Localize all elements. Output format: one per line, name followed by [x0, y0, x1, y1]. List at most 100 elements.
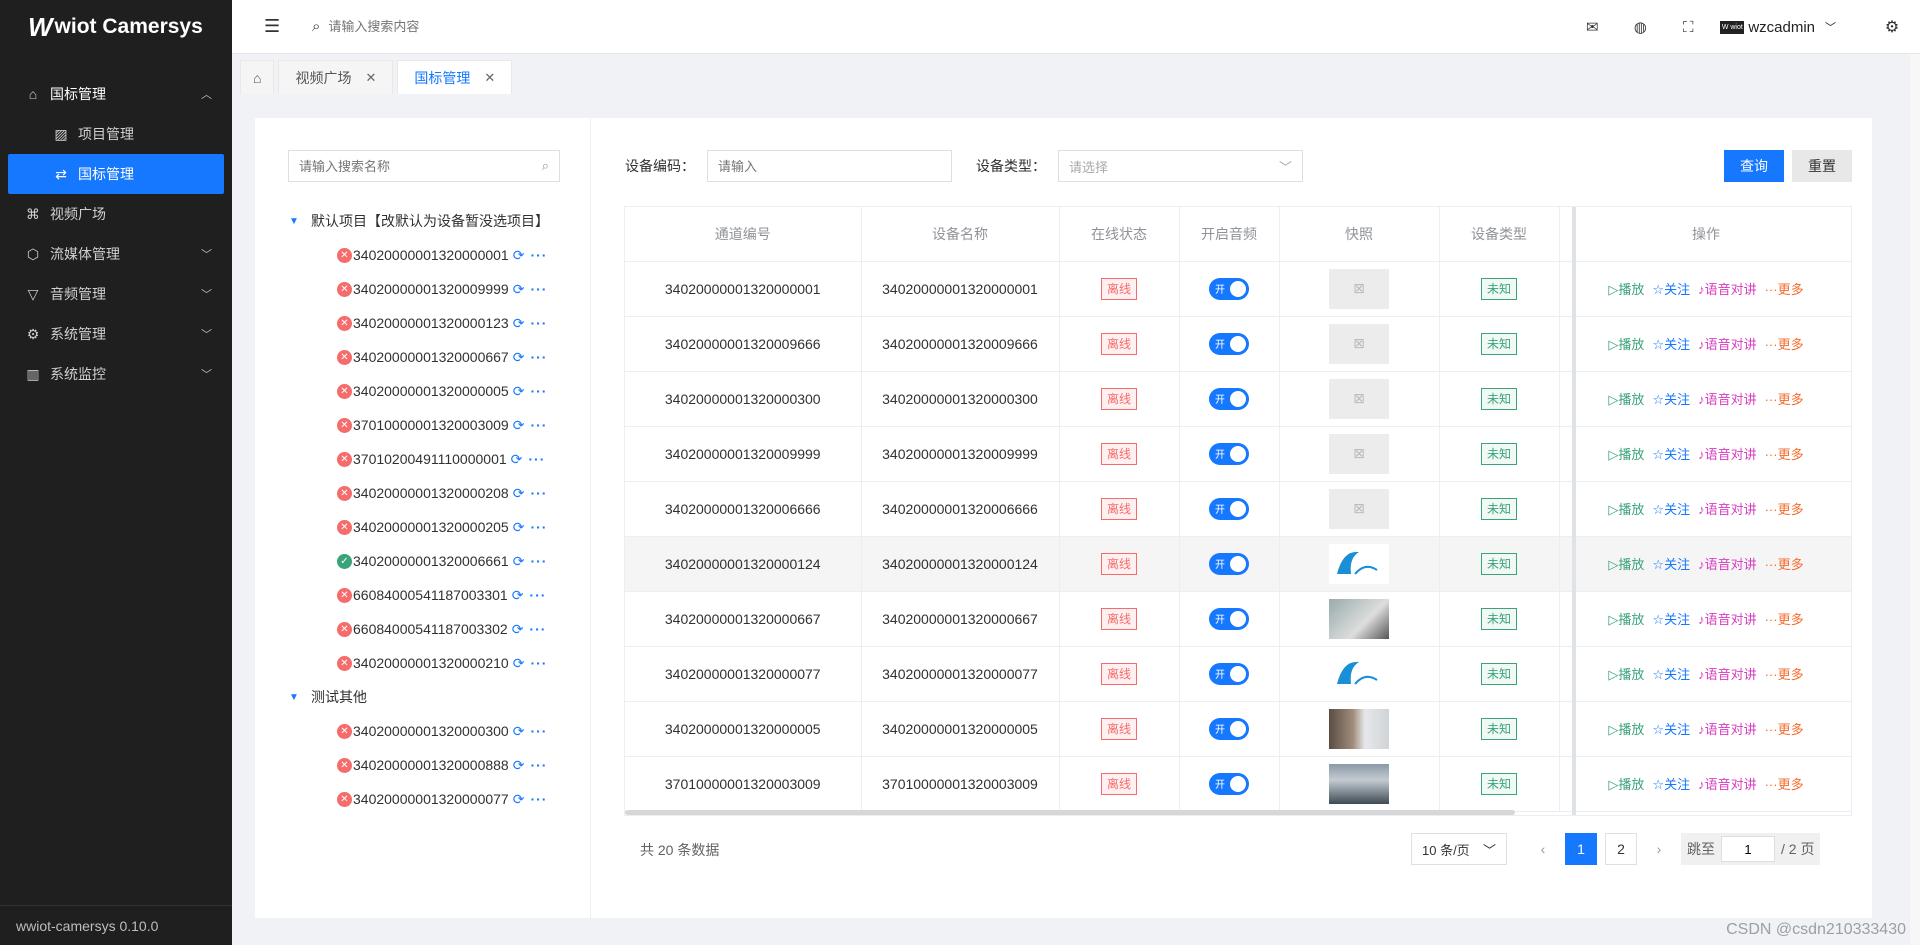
refresh-icon[interactable]: ⟳: [513, 791, 525, 808]
tree-device-item[interactable]: ✕ 66084000541187003301 ⟳ ···: [289, 578, 579, 612]
snapshot-placeholder-icon[interactable]: ⊠: [1329, 323, 1389, 364]
follow-button[interactable]: ☆关注: [1652, 664, 1690, 683]
tree-device-item[interactable]: ✕ 34020000001320000205 ⟳ ···: [289, 510, 579, 544]
settings-gear-icon[interactable]: ⚙: [1872, 17, 1912, 37]
tree-device-item[interactable]: ✕ 34020000001320000077 ⟳ ···: [289, 782, 579, 816]
play-button[interactable]: ▷播放: [1608, 389, 1644, 408]
voice-talk-button[interactable]: ♪语音对讲: [1698, 444, 1757, 463]
follow-button[interactable]: ☆关注: [1652, 554, 1690, 573]
snapshot-thumbnail[interactable]: [1329, 708, 1389, 749]
snapshot-thumbnail[interactable]: [1329, 653, 1389, 694]
table-row[interactable]: 34020000001320000667 34020000001320000667…: [625, 591, 1851, 647]
refresh-icon[interactable]: ⟳: [513, 553, 525, 570]
sidebar-item-gb-management[interactable]: ⌂ 国标管理 ︿: [0, 74, 232, 114]
tree-group[interactable]: ▼ 默认项目【改默认为设备暂没选项目】: [289, 204, 579, 238]
follow-button[interactable]: ☆关注: [1652, 774, 1690, 793]
more-dots-icon[interactable]: ···: [529, 587, 546, 603]
tree-device-item[interactable]: ✕ 34020000001320000300 ⟳ ···: [289, 714, 579, 748]
tree-device-item[interactable]: ✕ 66084000541187003302 ⟳ ···: [289, 612, 579, 646]
tree-device-item[interactable]: ✕ 34020000001320000208 ⟳ ···: [289, 476, 579, 510]
play-button[interactable]: ▷播放: [1608, 664, 1644, 683]
tree-group[interactable]: ▼ 测试其他: [289, 680, 579, 714]
table-row[interactable]: 34020000001320000077 34020000001320000077…: [625, 646, 1851, 702]
more-dots-icon[interactable]: ···: [530, 349, 547, 365]
sidebar-item-system-monitor[interactable]: ▥ 系统监控 ﹀: [0, 354, 232, 394]
tree-device-item[interactable]: ✕ 34020000001320000888 ⟳ ···: [289, 748, 579, 782]
tree-device-item[interactable]: ✓ 34020000001320006661 ⟳ ···: [289, 544, 579, 578]
sidebar-item-project-management[interactable]: ▨ 项目管理: [0, 114, 232, 154]
tree-device-item[interactable]: ✕ 34020000001320000001 ⟳ ···: [289, 238, 579, 272]
play-button[interactable]: ▷播放: [1608, 444, 1644, 463]
close-icon[interactable]: ✕: [484, 70, 495, 86]
user-menu[interactable]: W wiot wzcadmin ﹀: [1720, 19, 1836, 36]
more-button[interactable]: ···更多: [1765, 774, 1804, 793]
table-row[interactable]: 34020000001320000001 34020000001320000001…: [625, 261, 1851, 317]
more-dots-icon[interactable]: ···: [529, 621, 546, 637]
refresh-icon[interactable]: ⟳: [513, 315, 525, 332]
table-row[interactable]: 34020000001320006666 34020000001320006666…: [625, 481, 1851, 537]
play-button[interactable]: ▷播放: [1608, 334, 1644, 353]
tree-search-input[interactable]: [299, 158, 542, 174]
more-button[interactable]: ···更多: [1765, 334, 1804, 353]
more-button[interactable]: ···更多: [1765, 609, 1804, 628]
more-button[interactable]: ···更多: [1765, 499, 1804, 518]
tree-device-item[interactable]: ✕ 34020000001320000005 ⟳ ···: [289, 374, 579, 408]
sidebar-item-audio-management[interactable]: ▽ 音频管理 ﹀: [0, 274, 232, 314]
audio-toggle[interactable]: 开: [1209, 497, 1249, 520]
voice-talk-button[interactable]: ♪语音对讲: [1698, 719, 1757, 738]
search-icon[interactable]: ⌕: [542, 158, 549, 174]
table-row[interactable]: 34020000001320009666 34020000001320009666…: [625, 316, 1851, 372]
page-scrollbar[interactable]: [1910, 54, 1920, 945]
more-dots-icon[interactable]: ···: [530, 315, 547, 331]
horizontal-scrollbar[interactable]: [625, 810, 1515, 815]
refresh-icon[interactable]: ⟳: [513, 349, 525, 366]
refresh-icon[interactable]: ⟳: [513, 485, 525, 502]
voice-talk-button[interactable]: ♪语音对讲: [1698, 664, 1757, 683]
voice-talk-button[interactable]: ♪语音对讲: [1698, 609, 1757, 628]
play-button[interactable]: ▷播放: [1608, 279, 1644, 298]
page-number[interactable]: 1: [1565, 833, 1597, 865]
audio-toggle[interactable]: 开: [1209, 772, 1249, 795]
table-row[interactable]: 34020000001320000300 34020000001320000300…: [625, 371, 1851, 427]
fullscreen-icon[interactable]: ⛶: [1664, 19, 1712, 36]
audio-toggle[interactable]: 开: [1209, 717, 1249, 740]
follow-button[interactable]: ☆关注: [1652, 609, 1690, 628]
audio-toggle[interactable]: 开: [1209, 332, 1249, 355]
query-button[interactable]: 查询: [1724, 150, 1784, 182]
more-dots-icon[interactable]: ···: [530, 383, 547, 399]
close-icon[interactable]: ✕: [365, 70, 376, 86]
snapshot-thumbnail[interactable]: [1329, 598, 1389, 639]
audio-toggle[interactable]: 开: [1209, 442, 1249, 465]
refresh-icon[interactable]: ⟳: [513, 723, 525, 740]
play-button[interactable]: ▷播放: [1608, 774, 1644, 793]
audio-toggle[interactable]: 开: [1209, 662, 1249, 685]
tree-device-item[interactable]: ✕ 34020000001320000210 ⟳ ···: [289, 646, 579, 680]
more-button[interactable]: ···更多: [1765, 389, 1804, 408]
device-type-select[interactable]: 请选择 ﹀: [1058, 150, 1303, 182]
voice-talk-button[interactable]: ♪语音对讲: [1698, 334, 1757, 353]
audio-toggle[interactable]: 开: [1209, 387, 1249, 410]
more-dots-icon[interactable]: ···: [530, 655, 547, 671]
more-button[interactable]: ···更多: [1765, 279, 1804, 298]
mail-icon[interactable]: ✉: [1568, 18, 1616, 36]
tab-gb-management[interactable]: 国标管理 ✕: [397, 60, 513, 94]
play-button[interactable]: ▷播放: [1608, 719, 1644, 738]
play-button[interactable]: ▷播放: [1608, 554, 1644, 573]
caret-down-icon[interactable]: ▼: [289, 216, 311, 227]
tree-device-item[interactable]: ✕ 37010000001320003009 ⟳ ···: [289, 408, 579, 442]
more-dots-icon[interactable]: ···: [530, 553, 547, 569]
more-dots-icon[interactable]: ···: [530, 417, 547, 433]
reset-button[interactable]: 重置: [1792, 150, 1852, 182]
snapshot-placeholder-icon[interactable]: ⊠: [1329, 268, 1389, 309]
tree-device-item[interactable]: ✕ 34020000001320009999 ⟳ ···: [289, 272, 579, 306]
more-dots-icon[interactable]: ···: [530, 519, 547, 535]
snapshot-thumbnail[interactable]: [1329, 543, 1389, 584]
follow-button[interactable]: ☆关注: [1652, 719, 1690, 738]
tab-video-square[interactable]: 视频广场 ✕: [278, 60, 394, 94]
more-dots-icon[interactable]: ···: [530, 485, 547, 501]
page-number[interactable]: 2: [1605, 833, 1637, 865]
more-button[interactable]: ···更多: [1765, 554, 1804, 573]
follow-button[interactable]: ☆关注: [1652, 444, 1690, 463]
next-page-icon[interactable]: ›: [1645, 833, 1673, 865]
tree-device-item[interactable]: ✕ 34020000001320000667 ⟳ ···: [289, 340, 579, 374]
